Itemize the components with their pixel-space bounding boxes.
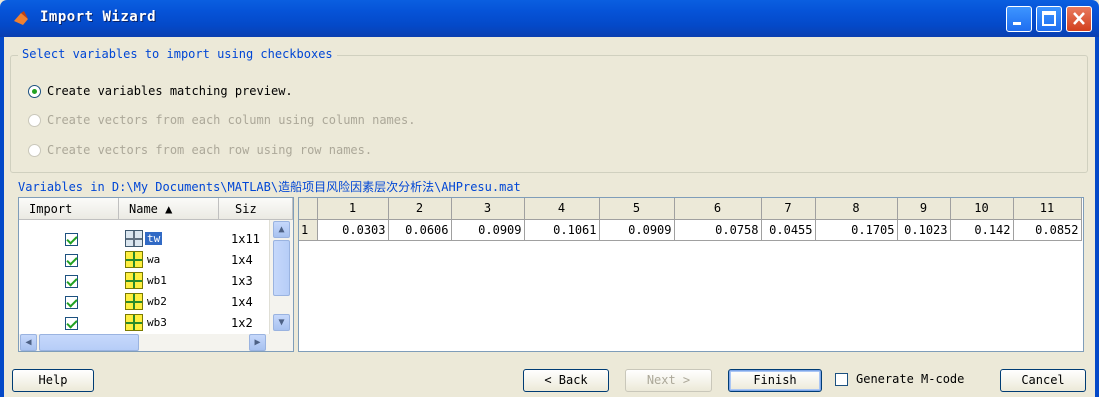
- column-header-import[interactable]: Import: [19, 198, 119, 220]
- variable-name: wb1: [147, 274, 167, 287]
- variable-name: tw: [145, 232, 163, 245]
- close-button[interactable]: [1066, 6, 1092, 32]
- import-checkbox[interactable]: [65, 233, 78, 246]
- generate-mcode-label[interactable]: Generate M-code: [856, 372, 964, 386]
- variable-size: 1x4: [231, 253, 253, 267]
- column-header-size[interactable]: Siz: [219, 198, 293, 220]
- column-header[interactable]: 8: [815, 198, 898, 220]
- variable-grid-icon: [125, 272, 143, 289]
- column-header[interactable]: 5: [599, 198, 675, 220]
- scroll-right-button[interactable]: ▶: [249, 334, 266, 351]
- column-header[interactable]: 1: [317, 198, 389, 220]
- scroll-up-button[interactable]: ▲: [273, 221, 290, 238]
- radio-label: Create vectors from each column using co…: [47, 113, 416, 127]
- import-checkbox[interactable]: [65, 275, 78, 288]
- window-frame-right: [1095, 37, 1099, 397]
- column-header-name[interactable]: Name ▲: [119, 198, 219, 220]
- variable-size: 1x11: [231, 232, 260, 246]
- cell[interactable]: 0.1061: [524, 219, 600, 241]
- vertical-scroll-thumb[interactable]: [273, 240, 290, 296]
- column-header[interactable]: 2: [388, 198, 452, 220]
- radio-create-variables[interactable]: Create variables matching preview.: [28, 82, 293, 100]
- variable-size: 1x4: [231, 295, 253, 309]
- variable-row[interactable]: wb1 1x3: [19, 272, 269, 293]
- import-checkbox[interactable]: [65, 317, 78, 330]
- cell[interactable]: 0.0758: [674, 219, 762, 241]
- import-checkbox[interactable]: [65, 296, 78, 309]
- preview-grid-panel: 1 2 3 4 5 6 7 8 9 10 11 1 0.0303 0.0606 0.0909 0.1061…: [298, 197, 1084, 352]
- column-header[interactable]: 9: [897, 198, 951, 220]
- close-icon: [1073, 12, 1085, 25]
- variable-size: 1x3: [231, 274, 253, 288]
- horizontal-scroll-thumb[interactable]: [39, 334, 139, 351]
- radio-label: Create vectors from each row using row n…: [47, 143, 373, 157]
- window-title: Import Wizard: [40, 9, 157, 25]
- help-button[interactable]: Help: [12, 369, 94, 392]
- vertical-scrollbar[interactable]: ▲ ▼: [269, 220, 293, 334]
- column-header[interactable]: 11: [1013, 198, 1082, 220]
- variable-size: 1x2: [231, 316, 253, 330]
- column-header[interactable]: 10: [950, 198, 1014, 220]
- variable-row[interactable]: wa 1x4: [19, 251, 269, 272]
- minimize-button[interactable]: [1006, 6, 1032, 32]
- radio-disabled-icon: [28, 113, 41, 127]
- matlab-logo-icon: [14, 11, 28, 25]
- variable-grid-icon: [125, 314, 143, 331]
- column-header[interactable]: 7: [761, 198, 816, 220]
- radio-row-vectors: Create vectors from each row using row n…: [28, 141, 372, 159]
- variable-name: wb2: [147, 295, 167, 308]
- title-bar: Import Wizard: [0, 0, 1099, 37]
- preview-table: 1 2 3 4 5 6 7 8 9 10 11 1 0.0303 0.0606 0.0909 0.1061…: [299, 198, 1082, 241]
- variable-name: wb3: [147, 316, 167, 329]
- options-legend: Select variables to import using checkbo…: [18, 47, 337, 61]
- variable-grid-icon: [125, 230, 143, 247]
- scroll-left-button[interactable]: ◀: [20, 334, 37, 351]
- horizontal-scrollbar[interactable]: ◀ ▶: [19, 334, 293, 351]
- column-header[interactable]: 6: [674, 198, 762, 220]
- minimize-icon: [1013, 22, 1021, 25]
- variables-path-label: Variables in D:\My Documents\MATLAB\造船项目…: [18, 180, 521, 194]
- variable-row[interactable]: tw 1x11: [19, 230, 269, 251]
- radio-column-vectors: Create vectors from each column using co…: [28, 111, 415, 129]
- cell[interactable]: 0.0909: [451, 219, 525, 241]
- variable-row[interactable]: wb2 1x4: [19, 293, 269, 314]
- cell[interactable]: 0.0852: [1013, 219, 1082, 241]
- next-button: Next >: [625, 369, 712, 392]
- variable-grid-icon: [125, 251, 143, 268]
- column-header[interactable]: 4: [524, 198, 600, 220]
- variables-list: Import Name ▲ Siz tw 1x11 wa 1x4 wb1 1x3…: [18, 197, 294, 352]
- radio-label: Create variables matching preview.: [47, 84, 293, 98]
- cell[interactable]: 0.0455: [761, 219, 816, 241]
- radio-disabled-icon: [28, 143, 41, 157]
- scroll-down-button[interactable]: ▼: [273, 314, 290, 331]
- cancel-button[interactable]: Cancel: [1000, 369, 1086, 392]
- cell[interactable]: 0.0303: [317, 219, 389, 241]
- cell[interactable]: 0.142: [950, 219, 1014, 241]
- corner-header: [299, 198, 318, 220]
- import-checkbox[interactable]: [65, 254, 78, 267]
- maximize-icon: [1042, 11, 1056, 26]
- radio-selected-icon[interactable]: [28, 84, 41, 98]
- maximize-button[interactable]: [1036, 6, 1062, 32]
- variable-grid-icon: [125, 293, 143, 310]
- cell[interactable]: 0.0909: [599, 219, 675, 241]
- column-header[interactable]: 3: [451, 198, 525, 220]
- variable-name: wa: [147, 253, 161, 266]
- finish-button[interactable]: Finish: [728, 369, 822, 392]
- cell[interactable]: 0.0606: [388, 219, 452, 241]
- back-button[interactable]: < Back: [523, 369, 609, 392]
- cell[interactable]: 0.1705: [815, 219, 898, 241]
- window-frame-left: [0, 37, 4, 397]
- row-header: 1: [299, 219, 318, 241]
- cell[interactable]: 0.1023: [897, 219, 951, 241]
- variable-row[interactable]: wb3 1x2: [19, 314, 269, 334]
- generate-mcode-checkbox[interactable]: [835, 373, 848, 386]
